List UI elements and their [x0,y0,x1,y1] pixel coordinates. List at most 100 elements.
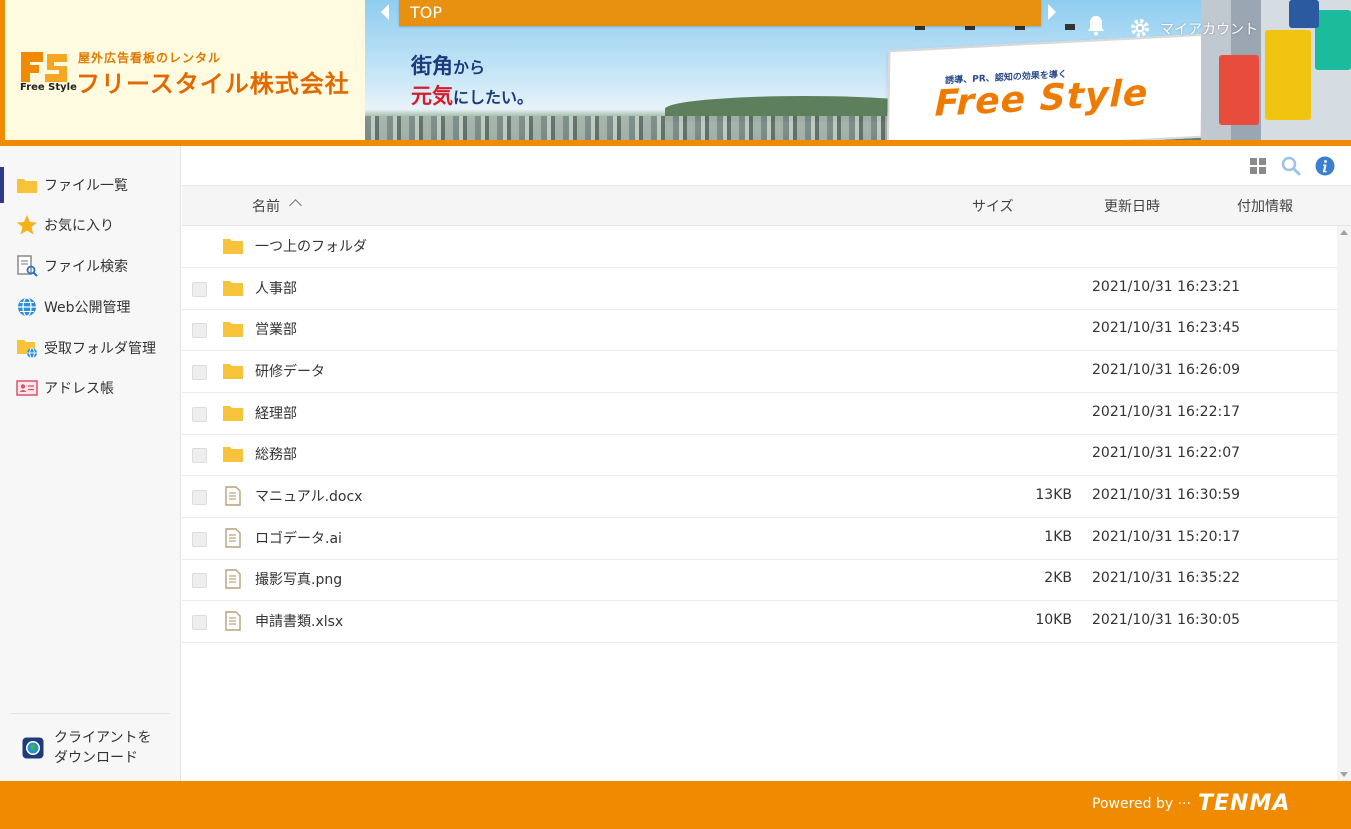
vertical-scrollbar[interactable] [1337,226,1351,781]
sidebar-item-label: アドレス帳 [44,381,114,397]
row-name[interactable]: 経理部 [255,403,297,423]
search-icon[interactable] [1281,156,1301,176]
row-name[interactable]: マニュアル.docx [255,486,362,506]
folder-row[interactable]: 人事部 2021/10/31 16:23:21 [182,268,1337,310]
column-header-size[interactable]: サイズ [972,196,1014,216]
sidebar-item-web-publish[interactable]: Web公開管理 [0,289,181,325]
row-name[interactable]: 研修データ [255,361,325,381]
sidebar-item-favorites[interactable]: お気に入り [0,207,181,243]
folder-icon [223,363,243,379]
row-name[interactable]: 撮影写真.png [255,569,342,589]
file-row[interactable]: ロゴデータ.ai 1KB 2021/10/31 15:20:17 [182,518,1337,560]
info-icon[interactable] [1315,156,1335,176]
globe-icon [18,297,36,317]
row-checkbox[interactable] [192,490,207,505]
banner-slogan: 街角から 元気にしたい。 [411,52,533,112]
folder-icon [223,405,243,421]
file-row[interactable]: 撮影写真.png 2KB 2021/10/31 16:35:22 [182,559,1337,602]
column-header-name[interactable]: 名前 [252,196,280,216]
sort-ascending-icon[interactable] [289,199,302,212]
row-name[interactable]: ロゴデータ.ai [255,528,342,548]
folder-icon [223,447,243,463]
slogan-line2-tail: にしたい。 [453,88,534,107]
tenma-logo[interactable]: TENMA [1198,791,1290,816]
document-icon [225,611,241,631]
folder-icon [17,179,37,193]
folder-icon [223,280,243,296]
row-updated: 2021/10/31 16:22:07 [1092,445,1241,462]
row-checkbox[interactable] [192,323,207,339]
row-checkbox[interactable] [192,573,207,589]
row-updated: 2021/10/31 16:30:59 [1092,487,1241,503]
top-nav-title[interactable]: TOP [410,3,442,22]
document-icon [225,527,241,548]
banner-cityscape [365,116,925,140]
parent-folder-row[interactable]: 一つ上のフォルダ [182,226,1337,268]
folder-row[interactable]: 営業部 2021/10/31 16:23:45 [182,309,1337,352]
scroll-up-arrow-icon[interactable] [1340,230,1348,235]
gear-icon[interactable] [1130,18,1150,38]
file-row[interactable]: マニュアル.docx 13KB 2021/10/31 16:30:59 [182,476,1337,518]
client-download-link[interactable]: クライアントを ダウンロード [10,713,170,781]
sidebar-item-label: お気に入り [44,218,114,234]
row-updated: 2021/10/31 16:35:22 [1092,570,1241,587]
logo-mark-text: Free Style [20,82,77,93]
row-checkbox[interactable] [192,364,207,380]
row-updated: 2021/10/31 16:30:05 [1092,612,1241,629]
row-updated: 2021/10/31 16:23:21 [1092,278,1241,295]
row-size: 1KB [1044,528,1072,545]
slogan-line1-main: 街角 [411,54,453,78]
row-checkbox[interactable] [192,531,207,547]
row-checkbox[interactable] [192,281,207,297]
nav-next-arrow-icon[interactable] [1048,4,1056,20]
folder-row[interactable]: 研修データ 2021/10/31 16:26:09 [182,351,1337,393]
row-name[interactable]: 人事部 [255,278,297,298]
star-icon [17,215,37,235]
slogan-line2-main: 元気 [411,84,453,108]
logo-company-name: フリースタイル株式会社 [76,70,350,98]
row-checkbox[interactable] [192,406,207,422]
table-header: 名前 サイズ 更新日時 付加情報 [182,186,1351,226]
row-size: 2KB [1044,570,1072,587]
nav-prev-arrow-icon[interactable] [381,4,389,20]
row-name[interactable]: 営業部 [255,319,297,339]
grid-view-icon[interactable] [1248,156,1268,176]
sidebar: ファイル一覧 お気に入り ファイル検索 Web公開管理 受取フォルダ管理 アドレ… [0,146,181,781]
sidebar-item-file-list[interactable]: ファイル一覧 [0,167,181,203]
address-book-icon [16,380,38,396]
billboard: 誘導、PR、認知の効果を導く Free Style [886,33,1205,140]
folder-row[interactable]: 総務部 2021/10/31 16:22:07 [182,434,1337,477]
file-search-icon [17,255,38,277]
bell-icon[interactable] [1086,14,1106,36]
row-checkbox[interactable] [192,448,207,464]
row-size: 10KB [1035,612,1072,629]
sidebar-item-label: 受取フォルダ管理 [44,341,156,357]
company-logo[interactable]: Free Style 屋外広告看板のレンタル フリースタイル株式会社 [0,0,365,140]
folder-icon [223,322,243,338]
row-updated: 2021/10/31 15:20:17 [1092,528,1241,545]
column-header-updated[interactable]: 更新日時 [1104,196,1160,216]
my-account-link[interactable]: マイアカウント [1160,19,1258,39]
sidebar-item-label: ファイル検索 [44,259,128,275]
column-header-extra[interactable]: 付加情報 [1237,196,1293,216]
row-name[interactable]: 総務部 [255,444,297,464]
scroll-down-arrow-icon[interactable] [1340,772,1348,777]
folder-row[interactable]: 経理部 2021/10/31 16:22:17 [182,393,1337,435]
sidebar-item-receive-folder[interactable]: 受取フォルダ管理 [0,330,181,366]
powered-by-label: Powered by ··· [1092,796,1191,812]
client-download-icon [22,737,44,758]
row-checkbox[interactable] [192,615,207,631]
row-updated: 2021/10/31 16:26:09 [1092,361,1241,378]
sidebar-item-label: Web公開管理 [44,300,131,316]
top-nav-bar[interactable]: TOP [399,0,1041,26]
row-updated: 2021/10/31 16:22:17 [1092,403,1241,420]
sidebar-item-label: ファイル一覧 [44,178,128,194]
sidebar-item-address-book[interactable]: アドレス帳 [0,370,181,406]
toolbar [182,146,1351,186]
footer: Powered by ··· TENMA [0,781,1351,829]
row-name[interactable]: 申請書類.xlsx [255,611,343,631]
file-row[interactable]: 申請書類.xlsx 10KB 2021/10/31 16:30:05 [182,601,1337,644]
header: Free Style 屋外広告看板のレンタル フリースタイル株式会社 街角から … [0,0,1351,146]
sidebar-item-file-search[interactable]: ファイル検索 [0,248,181,284]
client-download-label: クライアントを ダウンロード [54,729,152,766]
